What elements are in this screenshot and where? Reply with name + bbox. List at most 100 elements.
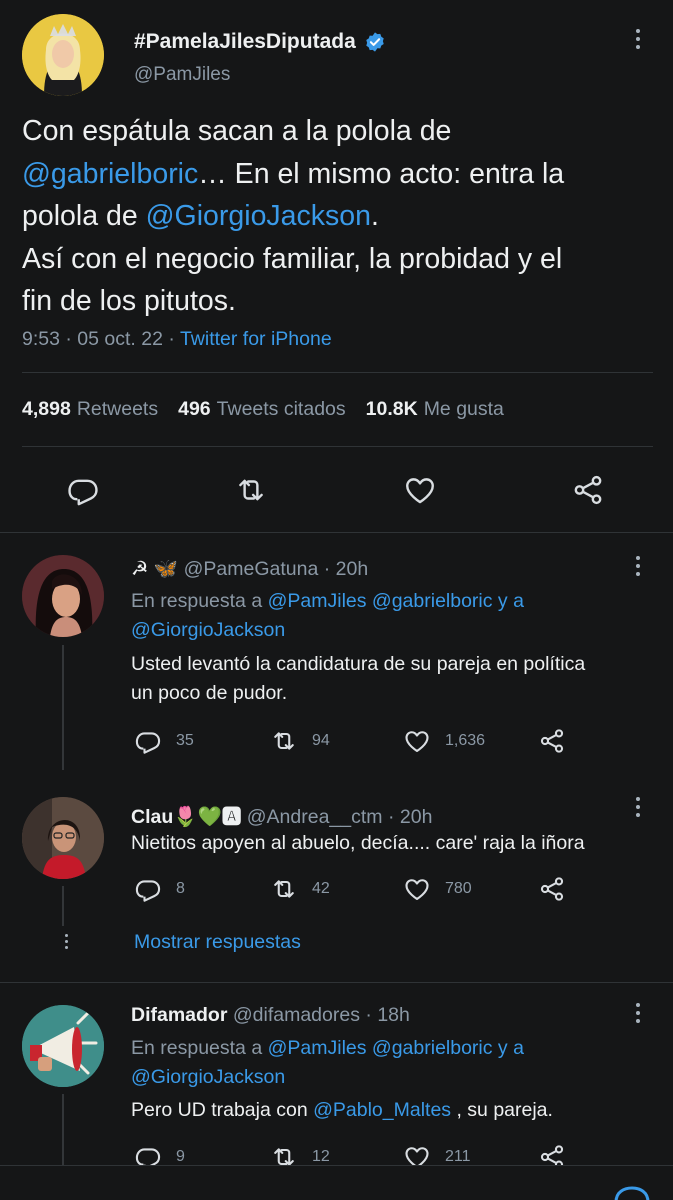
reply-text-line: un poco de pudor. <box>131 682 288 704</box>
reply-icon <box>135 880 161 902</box>
retweets-stat[interactable]: 4,898 Retweets <box>22 398 158 421</box>
author-handle[interactable]: @PamJiles <box>134 64 230 86</box>
reply-avatar[interactable] <box>22 555 104 637</box>
meta-separator: · <box>168 328 180 350</box>
reply-share-button[interactable] <box>538 875 566 903</box>
like-count: 780 <box>445 880 472 897</box>
tweet-date[interactable]: 05 oct. 22 <box>77 328 163 350</box>
show-replies-link[interactable]: Mostrar respuestas <box>134 931 301 954</box>
reply-count: 9 <box>176 1148 185 1165</box>
tweet-time[interactable]: 9:53 <box>22 328 60 350</box>
replying-to-mention[interactable]: @GiorgioJackson <box>131 616 285 645</box>
reply-share-button[interactable] <box>538 727 566 755</box>
replying-to-label: En respuesta a <box>131 590 263 612</box>
reply-avatar[interactable] <box>22 797 104 879</box>
like-button[interactable] <box>403 473 437 507</box>
mention-link[interactable]: @gabrielboric <box>22 158 198 190</box>
more-options-icon[interactable] <box>630 556 646 576</box>
reply-author-handle[interactable]: @PameGatuna <box>184 558 319 580</box>
reply-avatar[interactable] <box>22 1005 104 1087</box>
retweet-icon <box>239 479 263 501</box>
quote-tweets-label: Tweets citados <box>216 398 346 420</box>
replying-to-mention[interactable]: @GiorgioJackson <box>131 1063 285 1092</box>
reply-time[interactable]: 18h <box>377 1004 410 1026</box>
share-icon <box>540 1145 564 1165</box>
reply-author-emoji: 🌷💚🅰 <box>173 806 242 828</box>
reply-time[interactable]: 20h <box>400 806 433 828</box>
retweet-count: 12 <box>312 1148 330 1165</box>
reply-reply-button[interactable]: 9 <box>134 1143 185 1165</box>
tweet-text-segment: Con espátula sacan a la polola de <box>22 115 452 147</box>
reply-text: Nietitos apoyen al abuelo, decía.... car… <box>131 829 651 858</box>
quote-tweets-count: 496 <box>178 398 211 420</box>
replying-to-mentions[interactable]: @PamJiles @gabrielboric y a <box>268 1037 524 1059</box>
like-count: 1,636 <box>445 732 486 749</box>
reply-like-button[interactable]: 211 <box>403 1143 471 1165</box>
reply-icon <box>68 479 98 506</box>
tweet-text-line: fin de los pitutos. <box>22 280 652 323</box>
share-button[interactable] <box>571 473 605 507</box>
retweet-icon <box>274 732 294 750</box>
more-options-icon[interactable] <box>630 29 646 49</box>
reply-header: Clau🌷💚🅰 @Andrea__ctm · 20h <box>131 800 432 829</box>
reply-text-suffix: , su pareja. <box>451 1099 553 1121</box>
reply-actions-clip: 9 12 211 <box>0 1143 673 1165</box>
reply-retweet-button[interactable]: 12 <box>270 1143 330 1165</box>
reply-retweet-button[interactable]: 94 <box>270 727 330 755</box>
divider <box>22 446 653 447</box>
header-separator: · <box>387 806 400 828</box>
author-display-name[interactable]: #PamelaJilesDiputada <box>134 30 356 54</box>
engagement-stats: 4,898 Retweets 496 Tweets citados 10.8K Me … <box>22 398 504 421</box>
reply-header: Difamador @difamadores · 18h <box>131 1004 410 1027</box>
quote-tweets-stat[interactable]: 496 Tweets citados <box>178 398 346 421</box>
retweet-button[interactable] <box>234 473 268 507</box>
reply-author-name[interactable]: Difamador <box>131 1004 227 1026</box>
header-separator: · <box>365 1004 378 1026</box>
reply-icon <box>135 1148 161 1165</box>
reply-reply-button[interactable]: 35 <box>134 727 194 755</box>
divider <box>0 982 673 983</box>
divider <box>0 532 673 533</box>
tweet-text: Con espátula sacan a la polola de @gabrie… <box>22 110 652 323</box>
retweet-count: 42 <box>312 880 330 897</box>
reply-like-button[interactable]: 780 <box>403 875 472 903</box>
reply-text-mention[interactable]: @Pablo_Maltes <box>313 1099 451 1121</box>
retweet-icon <box>274 1148 294 1165</box>
replying-to-label: En respuesta a <box>131 1037 263 1059</box>
heart-icon <box>405 731 429 752</box>
tweet-text-segment: . <box>370 200 379 232</box>
mention-link[interactable]: @GiorgioJackson <box>146 200 371 232</box>
tweet-text-line: polola de @GiorgioJackson. <box>22 195 652 238</box>
reply-author-handle[interactable]: @Andrea__ctm <box>247 806 383 828</box>
more-options-icon[interactable] <box>630 1003 646 1023</box>
replying-to: En respuesta a @PamJiles @gabrielboric y… <box>131 587 524 616</box>
likes-stat[interactable]: 10.8K Me gusta <box>366 398 504 421</box>
reply-retweet-button[interactable]: 42 <box>270 875 330 903</box>
reply-text-line: Nietitos apoyen al abuelo, decía.... car… <box>131 832 585 854</box>
reply-like-button[interactable]: 1,636 <box>403 727 485 755</box>
reply-text-line: Usted levantó la candidatura de su parej… <box>131 653 586 675</box>
thread-line <box>62 886 64 926</box>
heart-icon <box>405 879 429 900</box>
tweet-source-link[interactable]: Twitter for iPhone <box>180 328 332 350</box>
tweet-text-segment: … En el mismo acto: entra la <box>198 157 565 190</box>
tweet-text-segment: Así con el negocio familiar, la probidad… <box>22 242 563 275</box>
reply-button[interactable] <box>66 473 100 507</box>
reply-time[interactable]: 20h <box>336 558 369 580</box>
replying-to-mentions[interactable]: @PamJiles @gabrielboric y a <box>268 590 524 612</box>
reply-reply-button[interactable]: 8 <box>134 875 185 903</box>
more-options-icon[interactable] <box>630 797 646 817</box>
reply-share-button[interactable] <box>538 1143 566 1165</box>
tweet-text-segment: fin de los pitutos. <box>22 285 236 317</box>
retweets-count: 4,898 <box>22 398 71 420</box>
reply-author-name[interactable]: Clau <box>131 806 173 828</box>
reply-composer-bar[interactable] <box>0 1165 673 1200</box>
author-name[interactable]: #PamelaJilesDiputada <box>134 30 386 54</box>
tweet-text-line: @gabrielboric… En el mismo acto: entra l… <box>22 153 652 196</box>
reply-count: 35 <box>176 732 194 749</box>
reply-author-name[interactable]: ☭ 🦋 <box>131 558 178 580</box>
reply-author-handle[interactable]: @difamadores <box>233 1004 360 1026</box>
author-avatar[interactable] <box>22 14 104 96</box>
reply-count: 8 <box>176 880 185 897</box>
share-icon <box>540 877 564 901</box>
